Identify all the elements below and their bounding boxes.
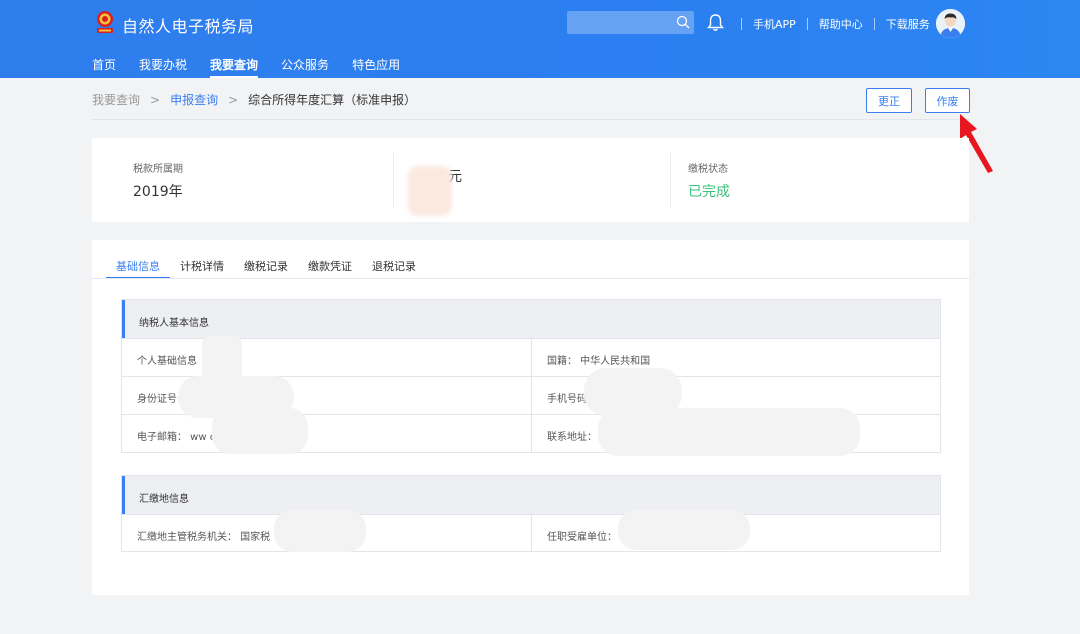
breadcrumb-separator: > <box>228 92 239 107</box>
status-value: 已完成 <box>688 184 730 200</box>
link-separator <box>741 18 742 30</box>
nav-item-handle-tax[interactable]: 我要办税 <box>139 56 187 78</box>
breadcrumb-divider <box>92 119 969 120</box>
summary-card: 税款所属期 2019年 元 缴税状态 已完成 <box>92 138 969 222</box>
link-separator <box>806 18 808 30</box>
nav-item-query[interactable]: 我要查询 <box>210 56 259 78</box>
mobile-app-link[interactable]: 手机APP <box>753 16 796 32</box>
link-separator <box>873 18 875 30</box>
help-center-link[interactable]: 帮助中心 <box>819 16 863 32</box>
period-block: 税款所属期 2019年 <box>133 160 183 201</box>
top-links: 手机APP 帮助中心 下载服务 <box>741 16 930 32</box>
user-avatar-icon <box>936 9 965 38</box>
personal-info-cell: 个人基础信息 <box>137 356 197 367</box>
column-divider <box>670 153 671 207</box>
breadcrumb-separator: > <box>150 92 161 107</box>
breadcrumb-current: 综合所得年度汇算（标准申报） <box>248 93 417 107</box>
remit-location-section: 汇缴地信息 汇缴地主管税务机关： 国家税 任职受雇单位： <box>121 475 941 552</box>
email-cell: 电子邮箱： ww om <box>137 432 226 443</box>
nav-item-public-service[interactable]: 公众服务 <box>281 56 329 78</box>
redaction-mask <box>274 510 366 552</box>
bell-icon[interactable] <box>707 13 724 32</box>
tab-payment-records[interactable]: 缴税记录 <box>244 258 288 279</box>
breadcrumb-declaration-query[interactable]: 申报查询 <box>170 91 218 108</box>
tab-payment-voucher[interactable]: 缴款凭证 <box>308 258 352 279</box>
table-row: 个人基础信息 国籍： 中华人民共和国 <box>122 338 940 376</box>
nav-item-home[interactable]: 首页 <box>92 56 116 78</box>
redaction-mask <box>618 510 750 550</box>
column-divider <box>393 153 394 207</box>
main-nav: 首页 我要办税 我要查询 公众服务 特色应用 <box>92 56 423 78</box>
void-button[interactable]: 作废 <box>925 88 970 113</box>
breadcrumb: 我要查询 > 申报查询 > 综合所得年度汇算（标准申报） <box>92 91 416 108</box>
nationality-cell: 国籍： 中华人民共和国 <box>531 339 940 376</box>
period-value: 2019年 <box>133 184 183 200</box>
section-title: 汇缴地信息 <box>122 476 940 514</box>
redaction-mask <box>598 408 860 456</box>
redaction-mask <box>212 408 308 454</box>
detail-tabs: 基础信息 计税详情 缴税记录 缴款凭证 退税记录 <box>106 258 436 279</box>
status-block: 缴税状态 已完成 <box>688 160 730 201</box>
breadcrumb-query[interactable]: 我要查询 <box>92 91 140 108</box>
search-input[interactable] <box>567 11 694 34</box>
tab-basic-info[interactable]: 基础信息 <box>106 258 170 279</box>
download-service-link[interactable]: 下载服务 <box>886 16 930 32</box>
app-title: 自然人电子税务局 <box>122 17 255 36</box>
tab-tax-details[interactable]: 计税详情 <box>180 258 224 279</box>
detail-card: 基础信息 计税详情 缴税记录 缴款凭证 退税记录 纳税人基本信息 个人基础信息 … <box>92 240 969 595</box>
correct-button[interactable]: 更正 <box>866 88 912 113</box>
period-label: 税款所属期 <box>133 164 183 175</box>
tabs-divider <box>92 278 969 279</box>
status-label: 缴税状态 <box>688 164 728 175</box>
redacted-amount <box>408 166 452 216</box>
tax-emblem-icon <box>97 11 113 33</box>
section-title: 纳税人基本信息 <box>122 300 940 338</box>
nav-item-featured-apps[interactable]: 特色应用 <box>352 56 400 78</box>
tab-refund-records[interactable]: 退税记录 <box>372 258 416 279</box>
avatar[interactable] <box>936 9 965 38</box>
search-icon[interactable] <box>676 15 690 29</box>
top-header: 自然人电子税务局 手机APP 帮助中心 下载服务 首页 我要办税 我要查询 公众… <box>0 0 1080 78</box>
table-row: 汇缴地主管税务机关： 国家税 任职受雇单位： <box>122 514 940 552</box>
